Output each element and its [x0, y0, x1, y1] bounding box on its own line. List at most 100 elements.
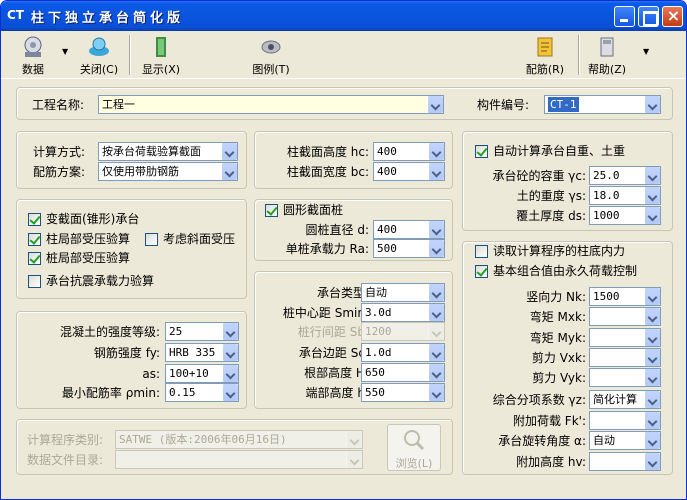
data-dir-combo — [115, 450, 363, 469]
pile-local-checkbox[interactable]: 桩局部受压验算 — [28, 251, 138, 267]
data-icon — [21, 35, 45, 59]
chevron-down-icon[interactable] — [644, 453, 660, 470]
chevron-down-icon[interactable] — [644, 187, 660, 204]
auto-self-weight-checkbox[interactable]: 自动计算承台自重、土重 — [475, 144, 645, 160]
end-height-combo[interactable]: 550 — [361, 383, 445, 402]
shear-vxk-combo[interactable] — [589, 348, 661, 367]
min-rebar-ratio-combo[interactable]: 0.15 — [165, 383, 239, 402]
cap-panel: 承台类型: 自动 桩中心距 Smin: 3.0d 桩行间距 Sb: 1200 承… — [254, 271, 453, 409]
column-section-panel: 柱截面高度 hc: 400 柱截面宽度 bc: 400 — [254, 131, 453, 189]
chevron-down-icon[interactable] — [644, 288, 660, 305]
magnifier-icon — [404, 430, 425, 451]
program-type-combo: SATWE (版本:2006年06月16日) — [115, 430, 363, 449]
data-button[interactable]: 数据 — [15, 33, 51, 77]
close-button[interactable]: 关闭(C) — [77, 33, 121, 77]
variable-section-checkbox[interactable]: 变截面(锥形)承台 — [28, 212, 178, 228]
chevron-down-icon[interactable] — [222, 365, 238, 382]
cap-unit-weight-combo[interactable]: 25.0 — [589, 166, 661, 185]
chevron-down-icon[interactable] — [644, 369, 660, 386]
main-window: CT 柱下独立承台简化版 × 数据 ▼ 关闭(C) 显示(X) 图例(T) 配筋… — [0, 0, 687, 500]
rebar-icon — [533, 35, 557, 59]
display-button[interactable]: 显示(X) — [139, 33, 183, 77]
toolbar-separator — [129, 35, 131, 75]
chevron-down-icon[interactable] — [222, 384, 238, 401]
legend-button[interactable]: 图例(T) — [249, 33, 293, 77]
read-internal-force-checkbox[interactable]: 读取计算程序的柱底内力 — [475, 244, 645, 260]
loads-panel: 读取计算程序的柱底内力 基本组合值由永久荷载控制 竖向力 Nk: 1500 弯矩… — [462, 241, 673, 475]
pile-diameter-combo[interactable]: 400 — [373, 220, 445, 239]
chevron-down-icon — [346, 451, 362, 468]
toolbar: 数据 ▼ 关闭(C) 显示(X) 图例(T) 配筋(R) 帮助(Z) ▼ — [1, 31, 686, 79]
round-pile-checkbox[interactable]: 圆形截面桩 — [265, 203, 375, 219]
minimize-button[interactable] — [614, 6, 635, 27]
root-height-combo[interactable]: 650 — [361, 363, 445, 382]
close-icon: × — [666, 6, 681, 25]
project-name-combo[interactable]: 工程一 — [98, 95, 444, 114]
steel-strength-combo[interactable]: HRB 335 — [165, 343, 239, 362]
chevron-down-icon[interactable] — [428, 240, 444, 257]
moment-mxk-combo[interactable] — [589, 307, 661, 326]
permanent-load-control-checkbox[interactable]: 基本组合值由永久荷载控制 — [475, 264, 650, 280]
pile-capacity-combo[interactable]: 500 — [373, 239, 445, 258]
inclined-checkbox[interactable]: 考虑斜面受压 — [145, 232, 241, 248]
rotation-angle-combo[interactable]: 自动 — [589, 431, 661, 450]
app-logo: CT — [7, 8, 24, 22]
chevron-down-icon[interactable] — [222, 344, 238, 361]
partial-factor-combo[interactable]: 简化计算 — [589, 390, 661, 409]
cap-type-combo[interactable]: 自动 — [361, 283, 445, 302]
browse-button: 浏览(L) — [387, 424, 441, 471]
moment-myk-combo[interactable] — [589, 328, 661, 347]
rebar-scheme-combo[interactable]: 仅使用带肋钢筋 — [98, 162, 238, 181]
chevron-down-icon[interactable] — [427, 96, 443, 113]
chevron-down-icon[interactable] — [644, 167, 660, 184]
chevron-down-icon[interactable] — [644, 432, 660, 449]
chevron-down-icon[interactable] — [644, 207, 660, 224]
close-window-button[interactable]: × — [662, 6, 683, 27]
pile-spacing-combo[interactable]: 3.0d — [361, 303, 445, 322]
chevron-down-icon[interactable] — [428, 143, 444, 160]
chevron-down-icon[interactable] — [428, 163, 444, 180]
cover-thickness-combo[interactable]: 1000 — [589, 206, 661, 225]
chevron-down-icon[interactable] — [428, 364, 444, 381]
chevron-down-icon[interactable] — [428, 304, 444, 321]
vertical-force-combo[interactable]: 1500 — [589, 287, 661, 306]
chevron-down-icon[interactable] — [644, 329, 660, 346]
chevron-down-icon[interactable] — [428, 284, 444, 301]
window-title: 柱下独立承台简化版 — [31, 11, 185, 26]
legend-icon — [259, 35, 283, 59]
cap-edge-distance-combo[interactable]: 1.0d — [361, 343, 445, 362]
help-dropdown[interactable]: ▼ — [638, 33, 649, 77]
rebar-button[interactable]: 配筋(R) — [523, 33, 567, 77]
program-panel: 计算程序类别: SATWE (版本:2006年06月16日) 数据文件目录: 浏… — [16, 419, 453, 475]
column-local-checkbox[interactable]: 柱局部受压验算 — [28, 232, 138, 248]
chevron-down-icon[interactable] — [644, 308, 660, 325]
member-id-combo[interactable]: CT-1 — [544, 95, 661, 114]
shear-vyk-combo[interactable] — [589, 368, 661, 387]
chevron-down-icon[interactable] — [222, 323, 238, 340]
data-dropdown[interactable]: ▼ — [57, 33, 68, 77]
column-width-combo[interactable]: 400 — [373, 162, 445, 181]
chevron-down-icon[interactable] — [644, 391, 660, 408]
calc-method-combo[interactable]: 按承台荷载验算截面 — [98, 142, 238, 161]
chevron-down-icon[interactable] — [428, 384, 444, 401]
chevron-down-icon[interactable] — [644, 349, 660, 366]
chevron-down-icon[interactable] — [428, 344, 444, 361]
chevron-down-icon[interactable] — [221, 163, 237, 180]
chevron-down-icon[interactable] — [221, 143, 237, 160]
concrete-grade-combo[interactable]: 25 — [165, 322, 239, 341]
as-combo[interactable]: 100+10 — [165, 364, 239, 383]
additional-height-combo[interactable] — [589, 452, 661, 471]
additional-load-combo[interactable] — [589, 411, 661, 430]
chevron-down-icon[interactable] — [644, 412, 660, 429]
options-panel: 变截面(锥形)承台 柱局部受压验算 考虑斜面受压 桩局部受压验算 承台抗震承载力… — [16, 199, 247, 299]
title-bar[interactable]: CT 柱下独立承台简化版 × — [1, 1, 686, 31]
help-button[interactable]: 帮助(Z) — [585, 33, 629, 77]
maximize-button[interactable] — [638, 6, 659, 27]
soil-unit-weight-combo[interactable]: 18.0 — [589, 186, 661, 205]
seismic-checkbox[interactable]: 承台抗震承载力验算 — [28, 274, 168, 290]
display-icon — [149, 35, 173, 59]
pile-panel: 圆形截面桩 圆桩直径 d: 400 单桩承载力 Ra: 500 — [254, 199, 453, 261]
chevron-down-icon[interactable] — [644, 96, 660, 113]
chevron-down-icon[interactable] — [428, 221, 444, 238]
column-height-combo[interactable]: 400 — [373, 142, 445, 161]
